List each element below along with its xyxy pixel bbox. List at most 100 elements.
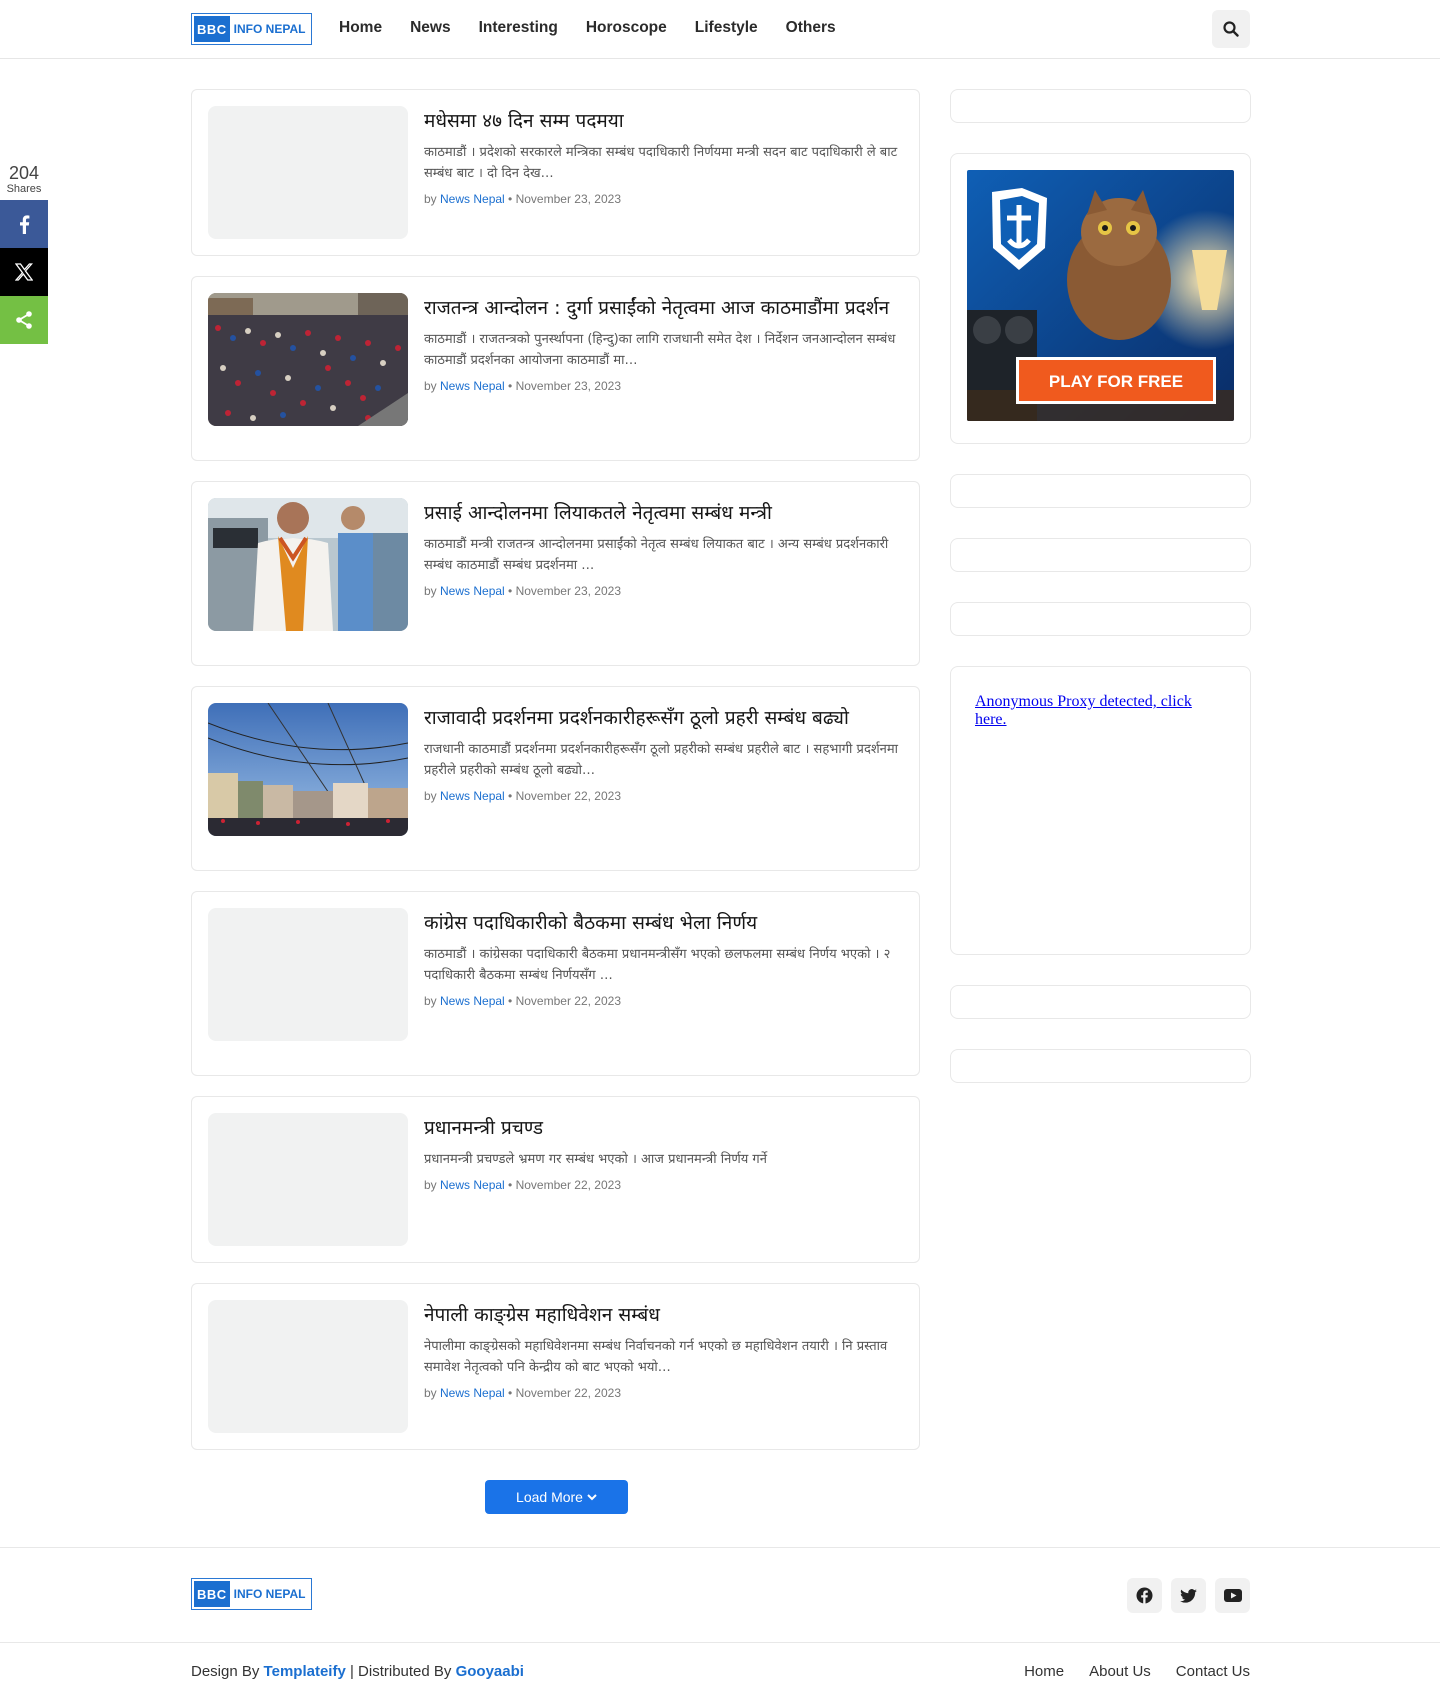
article-author[interactable]: News Nepal [440, 1178, 505, 1192]
footer-twitter-link[interactable] [1171, 1578, 1206, 1613]
footer-youtube-link[interactable] [1215, 1578, 1250, 1613]
article-card[interactable]: नेपाली काङ्ग्रेस महाधिवेशन सम्बंध नेपाली… [191, 1283, 920, 1450]
footer-nav-about[interactable]: About Us [1089, 1663, 1151, 1680]
article-date: November 23, 2023 [515, 379, 621, 393]
article-excerpt: काठमाडौं । राजतन्त्रको पुनर्स्थापना (हिन… [424, 332, 896, 368]
ad-image: PLAY FOR FREE [967, 170, 1234, 421]
article-meta: by News Nepal • November 23, 2023 [424, 584, 621, 598]
sidebar-widget [950, 1049, 1251, 1083]
article-excerpt: काठमाडौं । प्रदेशको सरकारले मन्त्रिका सम… [424, 145, 898, 181]
article-date: November 22, 2023 [515, 994, 621, 1008]
distributed-by-prefix: | Distributed By [349, 1663, 452, 1680]
article-excerpt: काठमाडौं मन्त्री राजतन्त्र आन्दोलनमा प्र… [424, 537, 889, 573]
article-thumbnail[interactable] [208, 703, 408, 836]
article-thumbnail[interactable] [208, 908, 408, 1041]
load-more-button[interactable]: Load More [485, 1480, 628, 1514]
share-facebook-button[interactable] [0, 200, 48, 248]
nav-home[interactable]: Home [339, 19, 382, 37]
footer-nav-home[interactable]: Home [1024, 1663, 1064, 1680]
article-card[interactable]: कांग्रेस पदाधिकारीको बैठकमा सम्बंध भेला … [191, 891, 920, 1076]
game-ad-banner[interactable]: PLAY FOR FREE [967, 170, 1234, 421]
article-excerpt: नेपालीमा काङ्ग्रेसको महाधिवेशनमा सम्बंध … [424, 1339, 888, 1375]
article-thumbnail[interactable] [208, 498, 408, 631]
article-card[interactable]: प्रधानमन्त्री प्रचण्ड प्रधानमन्त्री प्रच… [191, 1096, 920, 1263]
site-header: BBC INFO NEPAL Home News Interesting Hor… [0, 0, 1440, 59]
article-title[interactable]: प्रसाई आन्दोलनमा लियाकतले नेतृत्वमा सम्ब… [424, 500, 904, 526]
article-title[interactable]: नेपाली काङ्ग्रेस महाधिवेशन सम्बंध [424, 1302, 904, 1328]
footer-bottom: Design By Templateify | Distributed By G… [0, 1643, 1440, 1699]
design-by-prefix: Design By [191, 1663, 260, 1680]
facebook-icon [1136, 1587, 1153, 1604]
nav-news[interactable]: News [410, 19, 451, 37]
sidebar-widget [950, 538, 1251, 572]
logo-bbc: BBC [194, 1581, 230, 1607]
article-author[interactable]: News Nepal [440, 379, 505, 393]
article-author[interactable]: News Nepal [440, 192, 505, 206]
footer-nav: Home About Us Contact Us [1024, 1663, 1250, 1680]
nav-lifestyle[interactable]: Lifestyle [695, 19, 758, 37]
article-date: November 23, 2023 [515, 584, 621, 598]
share-count-number: 204 [8, 163, 40, 183]
share-count: 204 Shares [0, 163, 48, 195]
share-count-label: Shares [6, 183, 42, 195]
sidebar-widget [950, 89, 1251, 123]
article-title[interactable]: राजावादी प्रदर्शनमा प्रदर्शनकारीहरूसँग ठ… [424, 705, 904, 731]
site-logo[interactable]: BBC INFO NEPAL [191, 13, 312, 45]
nav-others[interactable]: Others [786, 19, 836, 37]
footer-credit: Design By Templateify | Distributed By G… [191, 1663, 524, 1680]
article-thumbnail[interactable] [208, 106, 408, 239]
article-meta: by News Nepal • November 23, 2023 [424, 379, 621, 393]
article-card[interactable]: मधेसमा ४७ दिन सम्म पदमया काठमाडौं । प्रद… [191, 89, 920, 256]
article-author[interactable]: News Nepal [440, 789, 505, 803]
chevron-down-icon [587, 1494, 597, 1501]
share-more-button[interactable] [0, 296, 48, 344]
article-excerpt: राजधानी काठमाडौं प्रदर्शनमा प्रदर्शनकारी… [424, 742, 899, 778]
article-title[interactable]: राजतन्त्र आन्दोलन : दुर्गा प्रसाईंको नेत… [424, 295, 904, 321]
footer-logo[interactable]: BBC INFO NEPAL [191, 1578, 312, 1610]
article-author[interactable]: News Nepal [440, 1386, 505, 1400]
search-icon [1223, 21, 1239, 37]
article-title[interactable]: कांग्रेस पदाधिकारीको बैठकमा सम्बंध भेला … [424, 910, 904, 936]
article-author[interactable]: News Nepal [440, 584, 505, 598]
share-x-button[interactable] [0, 248, 48, 296]
footer-facebook-link[interactable] [1127, 1578, 1162, 1613]
nav-interesting[interactable]: Interesting [479, 19, 558, 37]
templateify-link[interactable]: Templateify [264, 1663, 346, 1680]
article-meta: by News Nepal • November 22, 2023 [424, 1386, 621, 1400]
article-meta: by News Nepal • November 22, 2023 [424, 1178, 621, 1192]
article-date: November 22, 2023 [515, 789, 621, 803]
article-title[interactable]: प्रधानमन्त्री प्रचण्ड [424, 1115, 904, 1141]
ad-cta-text: PLAY FOR FREE [1049, 372, 1183, 391]
article-date: November 22, 2023 [515, 1178, 621, 1192]
gooyaabi-link[interactable]: Gooyaabi [456, 1663, 524, 1680]
article-date: November 22, 2023 [515, 1386, 621, 1400]
sidebar-ad-widget: PLAY FOR FREE [950, 153, 1251, 444]
article-title[interactable]: मधेसमा ४७ दिन सम्म पदमया [424, 108, 904, 134]
nav-horoscope[interactable]: Horoscope [586, 19, 667, 37]
article-card[interactable]: राजावादी प्रदर्शनमा प्रदर्शनकारीहरूसँग ठ… [191, 686, 920, 871]
article-thumbnail[interactable] [208, 1300, 408, 1433]
article-card[interactable]: प्रसाई आन्दोलनमा लियाकतले नेतृत्वमा सम्ब… [191, 481, 920, 666]
sidebar-widget [950, 474, 1251, 508]
man-photo [208, 498, 408, 631]
main-nav: Home News Interesting Horoscope Lifestyl… [339, 19, 836, 37]
article-author[interactable]: News Nepal [440, 994, 505, 1008]
load-more-label: Load More [516, 1489, 583, 1505]
logo-bbc: BBC [194, 16, 230, 42]
article-meta: by News Nepal • November 22, 2023 [424, 789, 621, 803]
facebook-icon [19, 214, 29, 234]
article-thumbnail[interactable] [208, 1113, 408, 1246]
search-button[interactable] [1212, 10, 1250, 48]
logo-text: INFO NEPAL [233, 22, 306, 36]
footer-nav-contact[interactable]: Contact Us [1176, 1663, 1250, 1680]
proxy-widget: Anonymous Proxy detected, click here. [950, 666, 1251, 955]
article-meta: by News Nepal • November 22, 2023 [424, 994, 621, 1008]
share-icon [16, 311, 32, 329]
sidebar-widget [950, 602, 1251, 636]
article-date: November 23, 2023 [515, 192, 621, 206]
proxy-detected-link[interactable]: Anonymous Proxy detected, click here. [975, 693, 1225, 729]
article-thumbnail[interactable] [208, 293, 408, 426]
twitter-icon [1180, 1588, 1197, 1603]
article-card[interactable]: राजतन्त्र आन्दोलन : दुर्गा प्रसाईंको नेत… [191, 276, 920, 461]
article-excerpt: काठमाडौं । कांग्रेसका पदाधिकारी बैठकमा प… [424, 947, 891, 983]
